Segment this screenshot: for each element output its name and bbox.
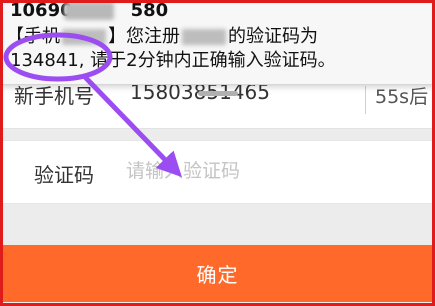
msg-part-2: 】您注册	[108, 26, 180, 47]
sender-suffix: 580	[130, 0, 169, 21]
verification-code-input[interactable]	[126, 153, 406, 189]
sms-notification[interactable]: 10690 580 【手机 】您注册 的验证码为 134841, 请于2分钟内正确输入…	[0, 0, 435, 96]
redacted-sender-blur	[64, 2, 114, 20]
verification-code-row: 验证码	[0, 140, 435, 204]
countdown-timer[interactable]: 55s后	[375, 82, 428, 109]
verification-code-value: 134841,	[10, 50, 85, 71]
msg-part-4: 请于2分钟内正确输入验证码。	[90, 50, 336, 71]
redacted-blur	[62, 29, 106, 45]
msg-part-1: 【手机	[6, 26, 60, 47]
sms-message-line-1: 【手机 】您注册 的验证码为	[6, 22, 318, 48]
code-label: 验证码	[34, 163, 94, 187]
redacted-blur	[182, 29, 226, 45]
notification-handle[interactable]	[197, 91, 238, 96]
msg-part-3: 的验证码为	[228, 26, 318, 47]
sms-message-line-2: 134841, 请于2分钟内正确输入验证码。	[10, 46, 336, 72]
countdown-divider	[365, 86, 366, 114]
confirm-button[interactable]: 确定	[3, 245, 432, 302]
